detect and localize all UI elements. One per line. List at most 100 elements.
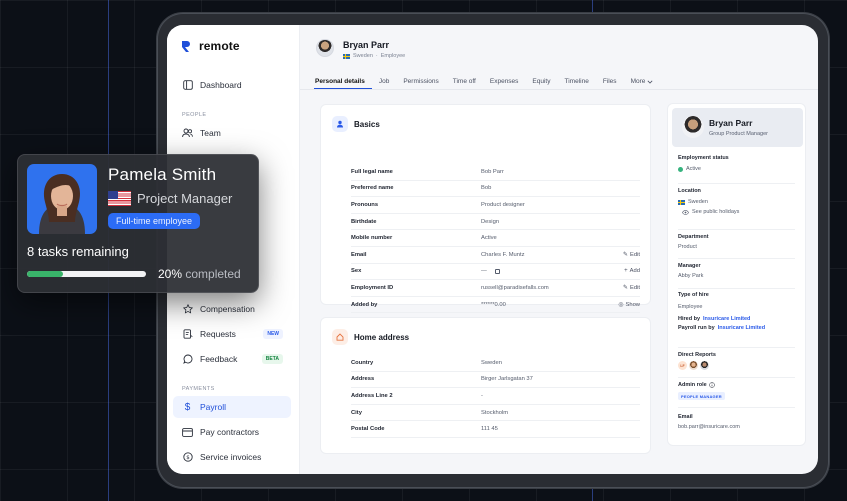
status-text: Active [686,166,701,172]
sidebar-item-service-invoices[interactable]: $ Service invoices [173,446,291,468]
sweden-flag-icon [678,199,685,205]
department-section: Department Product [678,234,795,259]
employee-type: Employee [380,53,406,59]
brand-name: remote [199,39,240,53]
manager-value[interactable]: Abby Park [678,273,795,279]
info-icon[interactable] [708,382,715,388]
field-value: Sweden [481,359,502,366]
table-row: Country Sweden [351,355,640,372]
profile-panel: Bryan Parr Group Product Manager Employm… [667,103,806,446]
tab-expenses[interactable]: Expenses [483,74,526,89]
field-label: Employment ID [351,284,394,291]
chevron-down-icon [647,80,653,84]
field-label: Email [678,414,693,420]
field-label: Email [351,251,367,258]
tabs-divider [300,89,818,90]
show-button[interactable]: ◎ Show [618,301,640,309]
action-label: Show [625,301,640,308]
sidebar-item-label: Pay contractors [200,427,260,437]
sidebar-item-feedback[interactable]: Feedback BETA [173,348,291,370]
field-label: Location [678,188,701,194]
direct-reports-section: Direct Reports LF [678,352,795,378]
beta-badge: BETA [261,354,283,364]
logo[interactable]: remote [181,39,240,53]
table-row: Email Charles F. Muntz ✎ Edit [351,247,640,264]
sidebar-item-dashboard[interactable]: Dashboard [173,74,291,96]
location-section: Location Sweden See public holidays [678,188,795,230]
home-icon [332,329,348,345]
star-icon [182,304,193,315]
avatar[interactable]: LF [678,361,687,370]
payroll-by-line: Payroll run by Insuricare Limited [678,325,795,331]
location-text: Sweden [688,199,708,205]
field-label: Pronouns [351,201,379,208]
tab-job[interactable]: Job [372,74,396,89]
employee-role-text: Project Manager [137,191,233,206]
sidebar-item-label: Requests [200,329,236,339]
manager-section: Manager Abby Park [678,263,795,289]
sidebar-item-pay-contractors[interactable]: Pay contractors [173,421,291,443]
sweden-flag-icon [343,53,350,59]
email-section: Email bob.parr@insuricare.com [678,414,795,440]
tasks-remaining: 8 tasks remaining [27,244,129,259]
invoice-icon: $ [182,452,193,463]
field-value: ******0.00 [481,301,506,308]
dollar-icon: $ [184,401,191,413]
sidebar-item-label: Payroll [200,402,226,412]
avatar [316,39,334,57]
field-label: Direct Reports [678,352,716,358]
field-label: Mobile number [351,235,393,242]
tab-more-label: More [630,78,646,85]
field-label: Sex [351,268,362,275]
tab-files[interactable]: Files [596,74,624,89]
tab-equity[interactable]: Equity [525,74,557,89]
section-label-payments: PAYMENTS [182,386,215,392]
field-label: Address [351,376,375,383]
hire-type-value: Employee [678,304,703,310]
tab-timeline[interactable]: Timeline [558,74,596,89]
payroll-by-link[interactable]: Insuricare Limited [718,325,765,331]
table-row: Added by ******0.00 ◎ Show [351,297,640,314]
public-holidays-link[interactable]: See public holidays [678,209,795,215]
tab-time-off[interactable]: Time off [446,74,483,89]
avatar[interactable] [689,361,698,370]
field-label: Manager [678,263,701,269]
field-value: Product designer [481,201,525,208]
employment-status-value: Active [678,166,795,172]
chat-bubble-icon [182,354,193,365]
eye-icon [682,209,689,215]
field-label: Department [678,234,709,240]
field-value: Charles F. Muntz [481,251,525,258]
edit-button[interactable]: ✎ Edit [622,251,640,259]
pencil-icon: ✎ [622,252,628,259]
location-value: Sweden [678,199,795,205]
field-label: Full legal name [351,168,393,175]
employee-name: Bryan Parr [343,40,390,50]
copy-icon[interactable] [495,268,500,274]
edit-button[interactable]: ✎ Edit [623,284,640,292]
action-label: Edit [630,284,640,291]
admin-role-label: Admin role [678,382,707,388]
home-address-title: Home address [354,333,410,342]
public-holidays-text: See public holidays [692,209,740,215]
admin-role-section: Admin role PEOPLE MANAGER [678,382,795,408]
hired-by-link[interactable]: Insuricare Limited [703,316,750,322]
tab-more[interactable]: More [624,74,661,89]
field-value: Birger Jarlsgatan 37 [481,376,533,383]
sidebar-item-requests[interactable]: Requests NEW [173,323,291,345]
progress-label: 20% completed [158,267,241,281]
field-label: Preferred name [351,185,394,192]
add-button[interactable]: + Add [624,268,640,274]
usa-flag-icon [108,191,131,206]
email-value[interactable]: bob.parr@insuricare.com [678,424,795,430]
tab-permissions[interactable]: Permissions [396,74,445,89]
avatar[interactable] [700,361,709,370]
field-label: Postal Code [351,426,385,433]
tab-personal-details[interactable]: Personal details [314,74,372,89]
sidebar-item-team[interactable]: Team [173,122,291,144]
table-row: Sex — + Add [351,264,640,281]
employee-summary-card[interactable]: Pamela Smith Project Manager Full-time e… [17,154,259,293]
progress-bar [27,271,146,277]
sidebar-item-compensation[interactable]: Compensation [173,298,291,320]
sidebar-item-payroll[interactable]: $ Payroll [173,396,291,418]
